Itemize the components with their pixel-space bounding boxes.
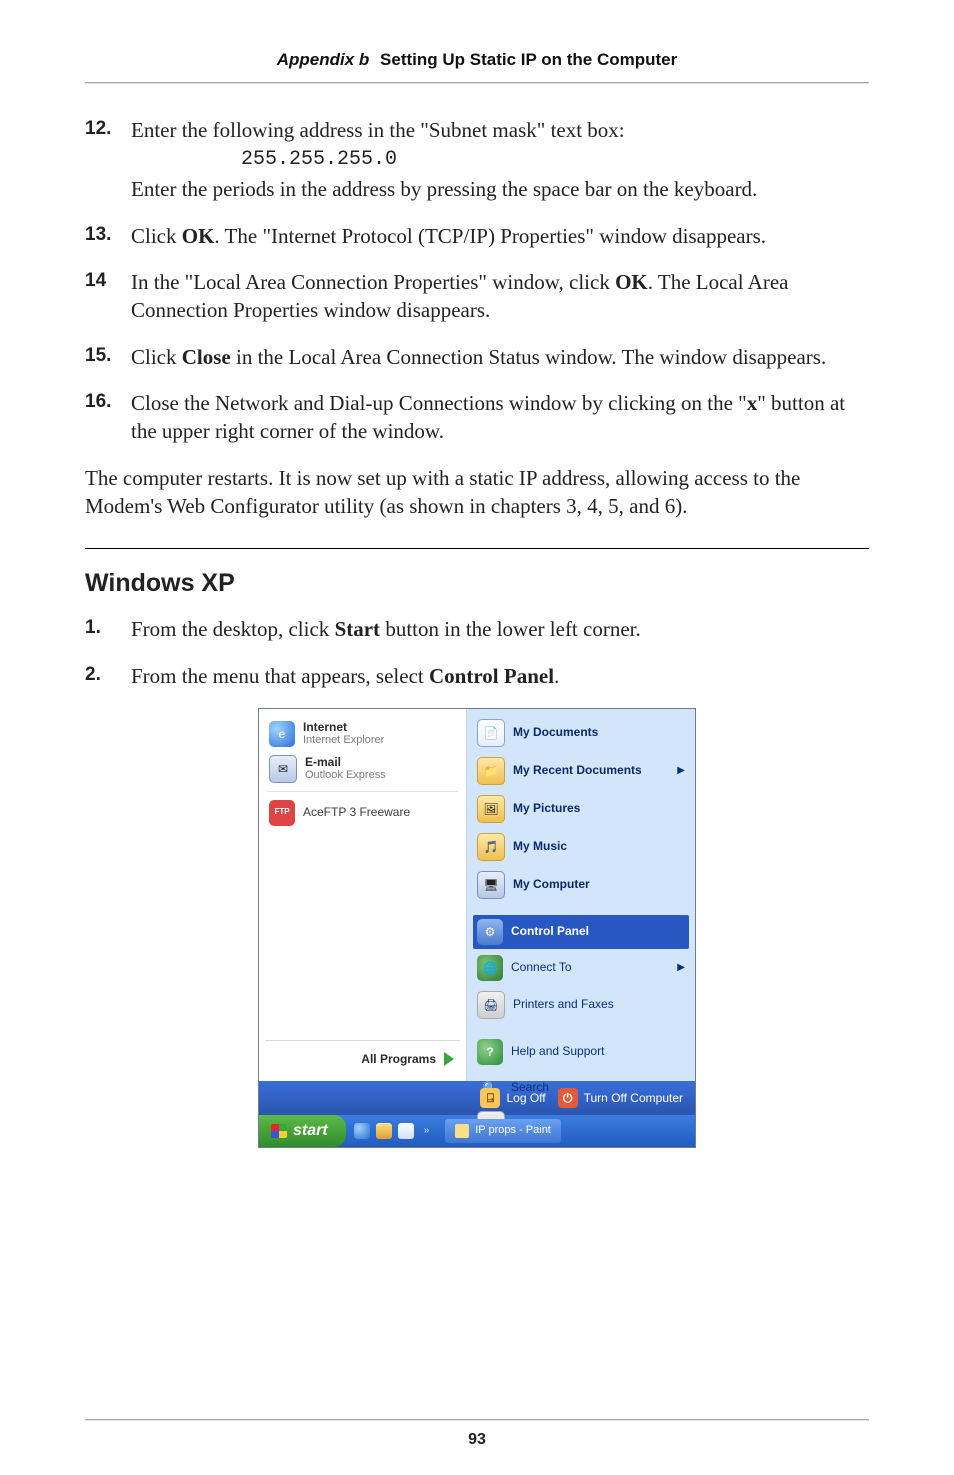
page-footer: 93 <box>0 1419 954 1449</box>
quick-launch-chevron-icon[interactable]: » <box>420 1124 434 1138</box>
step-number: 16. <box>85 389 131 446</box>
quick-launch: » <box>346 1123 442 1139</box>
start-item-recent-documents[interactable]: 📁 My Recent Documents ▶ <box>473 753 689 789</box>
recent-documents-icon: 📁 <box>477 757 505 785</box>
my-music-icon: 🎵 <box>477 833 505 861</box>
connect-to-icon: 🌐 <box>477 955 503 981</box>
aceftp-icon: FTP <box>269 800 295 826</box>
step-14: 14 In the "Local Area Connection Propert… <box>85 268 869 325</box>
turn-off-button[interactable]: ⏻ Turn Off Computer <box>558 1088 683 1108</box>
step-text: Close the Network and Dial-up Connection… <box>131 389 869 446</box>
start-menu-right-column: 📄 My Documents 📁 My Recent Documents ▶ 🖼… <box>467 709 695 1081</box>
step-number: 13. <box>85 222 131 250</box>
step-13: 13. Click OK. The "Internet Protocol (TC… <box>85 222 869 250</box>
outlook-express-icon: ✉ <box>269 755 297 783</box>
step-number: 12. <box>85 116 131 204</box>
start-item-my-documents[interactable]: 📄 My Documents <box>473 715 689 751</box>
start-item-connect-to[interactable]: 🌐 Connect To ▶ <box>473 951 689 985</box>
quick-launch-explorer-icon[interactable] <box>376 1123 392 1139</box>
all-programs-button[interactable]: All Programs <box>265 1040 460 1075</box>
quick-launch-ie-icon[interactable] <box>354 1123 370 1139</box>
step-text: In the "Local Area Connection Properties… <box>131 268 869 325</box>
document-page: Appendix b Setting Up Static IP on the C… <box>0 0 954 1475</box>
start-button[interactable]: start <box>259 1115 346 1147</box>
start-item-internet[interactable]: e Internet Internet Explorer <box>265 717 460 751</box>
body-text: 12. Enter the following address in the "… <box>85 116 869 1148</box>
separator <box>267 791 458 792</box>
start-item-my-music[interactable]: 🎵 My Music <box>473 829 689 865</box>
step-text: Click Close in the Local Area Connection… <box>131 343 869 371</box>
step-xp-2: 2. From the menu that appears, select Co… <box>85 662 869 690</box>
step-text: From the menu that appears, select Contr… <box>131 662 869 690</box>
quick-launch-paint-icon[interactable] <box>398 1123 414 1139</box>
header-rule <box>85 82 869 84</box>
submenu-arrow-icon: ▶ <box>677 764 685 778</box>
running-head: Appendix b Setting Up Static IP on the C… <box>85 50 869 70</box>
appendix-label: Appendix b <box>277 50 370 69</box>
steps-continued: 12. Enter the following address in the "… <box>85 116 869 446</box>
start-item-aceftp[interactable]: FTP AceFTP 3 Freeware <box>265 796 460 830</box>
paint-icon <box>455 1124 469 1138</box>
help-icon: ? <box>477 1039 503 1065</box>
step-text: Click OK. The "Internet Protocol (TCP/IP… <box>131 222 869 250</box>
my-documents-icon: 📄 <box>477 719 505 747</box>
page-number: 93 <box>0 1431 954 1449</box>
step-number: 15. <box>85 343 131 371</box>
printers-icon: 🖨 <box>477 991 505 1019</box>
start-menu-left-column: e Internet Internet Explorer ✉ E-mail Ou… <box>259 709 467 1081</box>
xp-start-menu-screenshot: e Internet Internet Explorer ✉ E-mail Ou… <box>258 708 696 1148</box>
step-number: 1. <box>85 615 131 643</box>
start-item-printers[interactable]: 🖨 Printers and Faxes <box>473 987 689 1023</box>
step-15: 15. Click Close in the Local Area Connec… <box>85 343 869 371</box>
footer-rule <box>85 1419 869 1421</box>
internet-explorer-icon: e <box>269 721 295 747</box>
start-item-email[interactable]: ✉ E-mail Outlook Express <box>265 751 460 787</box>
screenshot-wrap: e Internet Internet Explorer ✉ E-mail Ou… <box>85 708 869 1148</box>
log-off-button[interactable]: ⍈ Log Off <box>480 1088 545 1108</box>
steps-xp: 1. From the desktop, click Start button … <box>85 615 869 690</box>
start-item-control-panel[interactable]: ⚙ Control Panel <box>473 915 689 949</box>
my-pictures-icon: 🖼 <box>477 795 505 823</box>
step-number: 14 <box>85 268 131 325</box>
step-text: From the desktop, click Start button in … <box>131 615 869 643</box>
subnet-code: 255.255.255.0 <box>241 146 869 173</box>
step-12: 12. Enter the following address in the "… <box>85 116 869 204</box>
closing-paragraph: The computer restarts. It is now set up … <box>85 464 869 521</box>
step-16: 16. Close the Network and Dial-up Connec… <box>85 389 869 446</box>
control-panel-icon: ⚙ <box>477 919 503 945</box>
my-computer-icon: 🖥 <box>477 871 505 899</box>
power-icon: ⏻ <box>558 1088 578 1108</box>
log-off-icon: ⍈ <box>480 1088 500 1108</box>
start-item-my-pictures[interactable]: 🖼 My Pictures <box>473 791 689 827</box>
submenu-arrow-icon: ▶ <box>677 961 685 975</box>
section-heading: Windows XP <box>85 567 869 601</box>
step-xp-1: 1. From the desktop, click Start button … <box>85 615 869 643</box>
taskbar-task-button[interactable]: IP props - Paint <box>445 1119 561 1143</box>
header-title: Setting Up Static IP on the Computer <box>380 50 677 69</box>
all-programs-arrow-icon <box>444 1052 454 1066</box>
step-number: 2. <box>85 662 131 690</box>
windows-flag-icon <box>271 1124 287 1138</box>
step-text: Enter the following address in the "Subn… <box>131 116 869 204</box>
start-item-help[interactable]: ? Help and Support <box>473 1035 689 1069</box>
start-item-my-computer[interactable]: 🖥 My Computer <box>473 867 689 903</box>
section-rule <box>85 548 869 549</box>
